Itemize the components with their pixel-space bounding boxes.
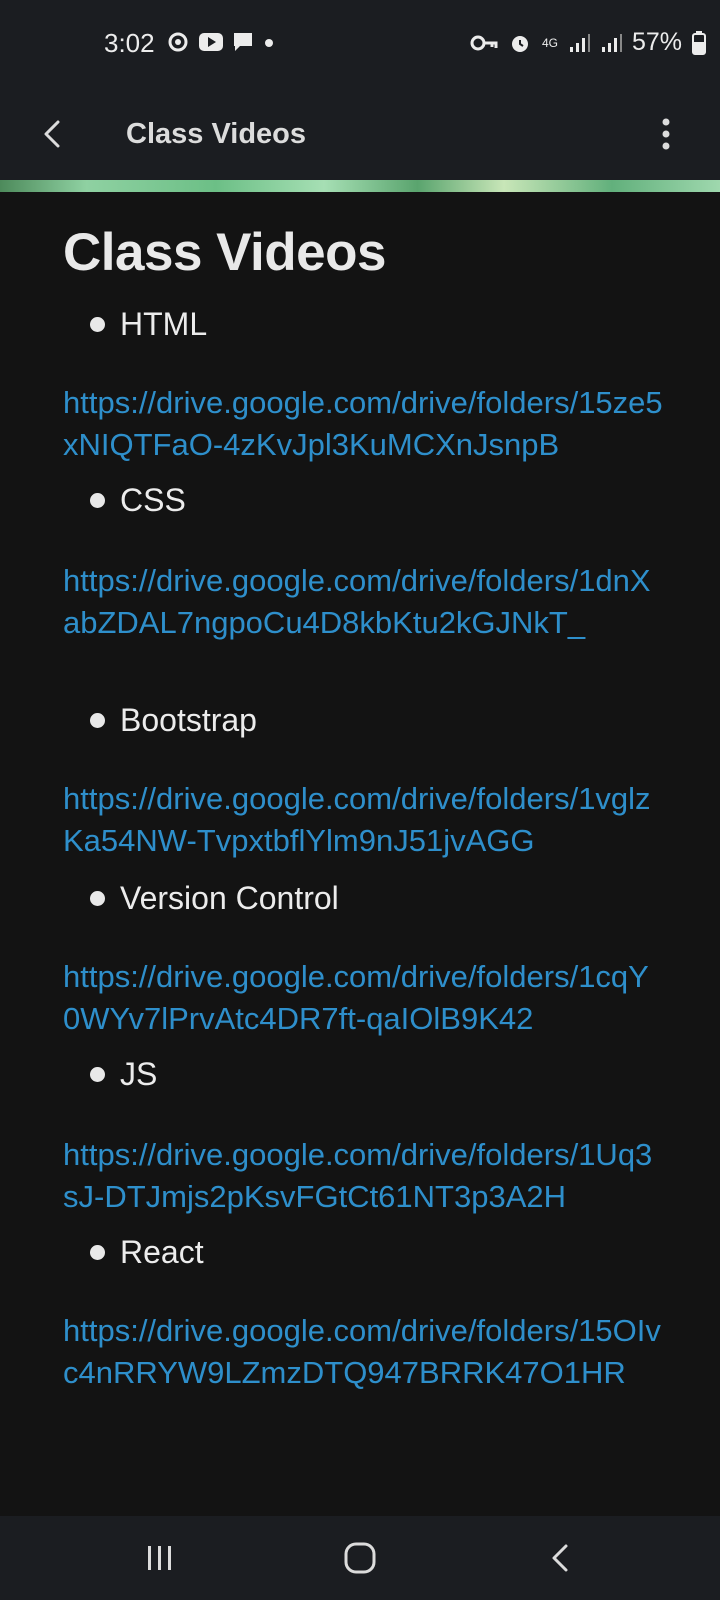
status-system-icons: 4G 57% — [470, 28, 706, 57]
back-button[interactable] — [30, 110, 78, 158]
app-bar: Class Videos — [0, 88, 720, 180]
list-item-version-control: Version Control — [90, 880, 339, 917]
header-banner-image — [0, 180, 720, 192]
message-icon — [234, 33, 252, 51]
bullet-icon — [90, 493, 105, 508]
home-button[interactable] — [336, 1534, 384, 1582]
item-label: Version Control — [120, 880, 339, 916]
bullet-icon — [90, 317, 105, 332]
list-item-js: JS — [90, 1056, 157, 1093]
vpn-key-icon — [470, 35, 498, 50]
folder-link-css[interactable]: https://drive.google.com/drive/folders/1… — [63, 560, 663, 644]
folder-link-version-control[interactable]: https://drive.google.com/drive/folders/1… — [63, 956, 663, 1040]
list-item-html: HTML — [90, 306, 207, 343]
folder-link-js[interactable]: https://drive.google.com/drive/folders/1… — [63, 1134, 663, 1218]
bullet-icon — [90, 713, 105, 728]
alarm-icon — [511, 35, 528, 52]
signal-icon-2 — [601, 33, 622, 52]
folder-link-html[interactable]: https://drive.google.com/drive/folders/1… — [63, 382, 663, 466]
back-arrow-icon — [552, 1544, 568, 1572]
bullet-icon — [90, 1067, 105, 1082]
recent-apps-icon — [148, 1546, 171, 1570]
item-label: JS — [120, 1056, 158, 1092]
status-notification-icons — [166, 30, 276, 54]
item-label: HTML — [120, 306, 208, 342]
youtube-icon — [199, 33, 223, 51]
item-label: CSS — [120, 482, 186, 518]
app-bar-title: Class Videos — [126, 118, 307, 150]
battery-percent: 57% — [631, 28, 682, 56]
folder-link-react[interactable]: https://drive.google.com/drive/folders/1… — [63, 1310, 663, 1394]
bullet-icon — [90, 891, 105, 906]
dot-icon — [265, 39, 273, 47]
settings-icon — [168, 32, 188, 52]
status-time: 3:02 — [104, 28, 155, 58]
list-item-react: React — [90, 1234, 204, 1271]
list-item-css: CSS — [90, 482, 186, 519]
bullet-icon — [90, 1245, 105, 1260]
more-vert-icon — [662, 118, 670, 150]
network-type: 4G — [541, 35, 558, 50]
system-navigation-bar — [0, 1516, 720, 1600]
folder-link-bootstrap[interactable]: https://drive.google.com/drive/folders/1… — [63, 778, 663, 862]
home-icon — [344, 1542, 376, 1574]
chevron-left-icon — [44, 120, 60, 148]
signal-icon — [569, 33, 590, 52]
item-label: React — [120, 1234, 204, 1270]
more-options-button[interactable] — [642, 108, 690, 160]
recent-apps-button[interactable] — [136, 1534, 184, 1582]
page-title: Class Videos — [63, 223, 386, 282]
item-label: Bootstrap — [120, 702, 257, 738]
list-item-bootstrap: Bootstrap — [90, 702, 257, 739]
status-bar: 3:02 4G 57% — [0, 0, 720, 88]
nav-back-button[interactable] — [538, 1534, 586, 1582]
battery-icon — [692, 30, 706, 55]
